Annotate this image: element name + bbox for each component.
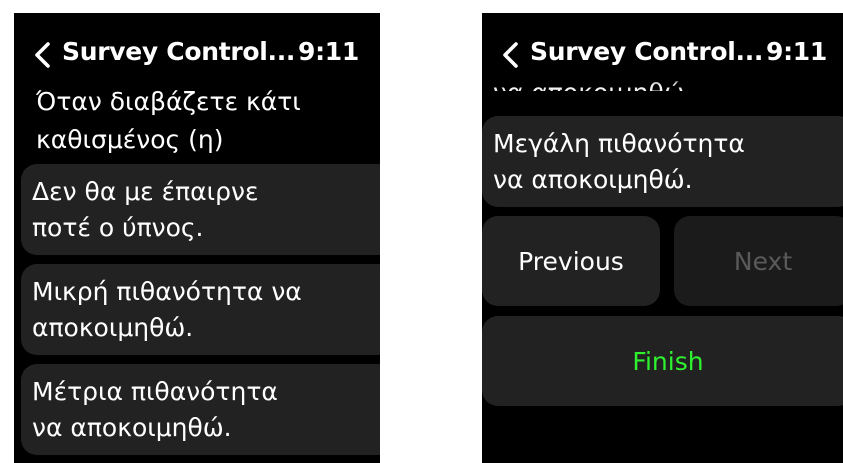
- option-line: Μέτρια πιθανότητα: [32, 377, 278, 406]
- option-line: να αποκοιμηθώ.: [493, 165, 693, 194]
- option-line: ποτέ ο ύπνος.: [32, 213, 204, 242]
- app-title[interactable]: Survey Control...: [530, 37, 763, 66]
- status-bar: Survey Control... 9:11: [14, 13, 380, 85]
- option-line: Μεγάλη πιθανότητα: [493, 129, 745, 158]
- next-button[interactable]: Next: [674, 216, 843, 306]
- watch-screen-right: να αποκοιμηθώ. Survey Control... 9:11 Με…: [482, 13, 843, 463]
- option-line: Μικρή πιθανότητα να: [32, 277, 302, 306]
- answer-option[interactable]: Δεν θα με έπαιρνε ποτέ ο ύπνος.: [21, 164, 380, 255]
- finish-button[interactable]: Finish: [482, 316, 843, 406]
- option-line: Δεν θα με έπαιρνε: [32, 177, 259, 206]
- clock-time: 9:11: [766, 37, 827, 66]
- status-bar: Survey Control... 9:11: [482, 13, 843, 85]
- option-line: αποκοιμηθώ.: [32, 313, 194, 342]
- watch-screen-left: Survey Control... 9:11 Όταν διαβάζετε κά…: [14, 13, 380, 463]
- question-label: Όταν διαβάζετε κάτι καθισμένος (η): [36, 87, 301, 154]
- option-line: να αποκοιμηθώ.: [32, 413, 232, 442]
- clock-time: 9:11: [298, 37, 359, 66]
- chevron-left-icon[interactable]: [500, 41, 522, 69]
- answer-option[interactable]: Μέτρια πιθανότητα να αποκοιμηθώ.: [21, 364, 380, 455]
- question-text: Όταν διαβάζετε κάτι καθισμένος (η): [36, 83, 366, 159]
- previous-button[interactable]: Previous: [482, 216, 660, 306]
- app-title[interactable]: Survey Control...: [62, 37, 295, 66]
- answer-option[interactable]: Μικρή πιθανότητα να αποκοιμηθώ.: [21, 264, 380, 355]
- chevron-left-icon[interactable]: [32, 41, 54, 69]
- answer-option[interactable]: Μεγάλη πιθανότητα να αποκοιμηθώ.: [482, 116, 843, 207]
